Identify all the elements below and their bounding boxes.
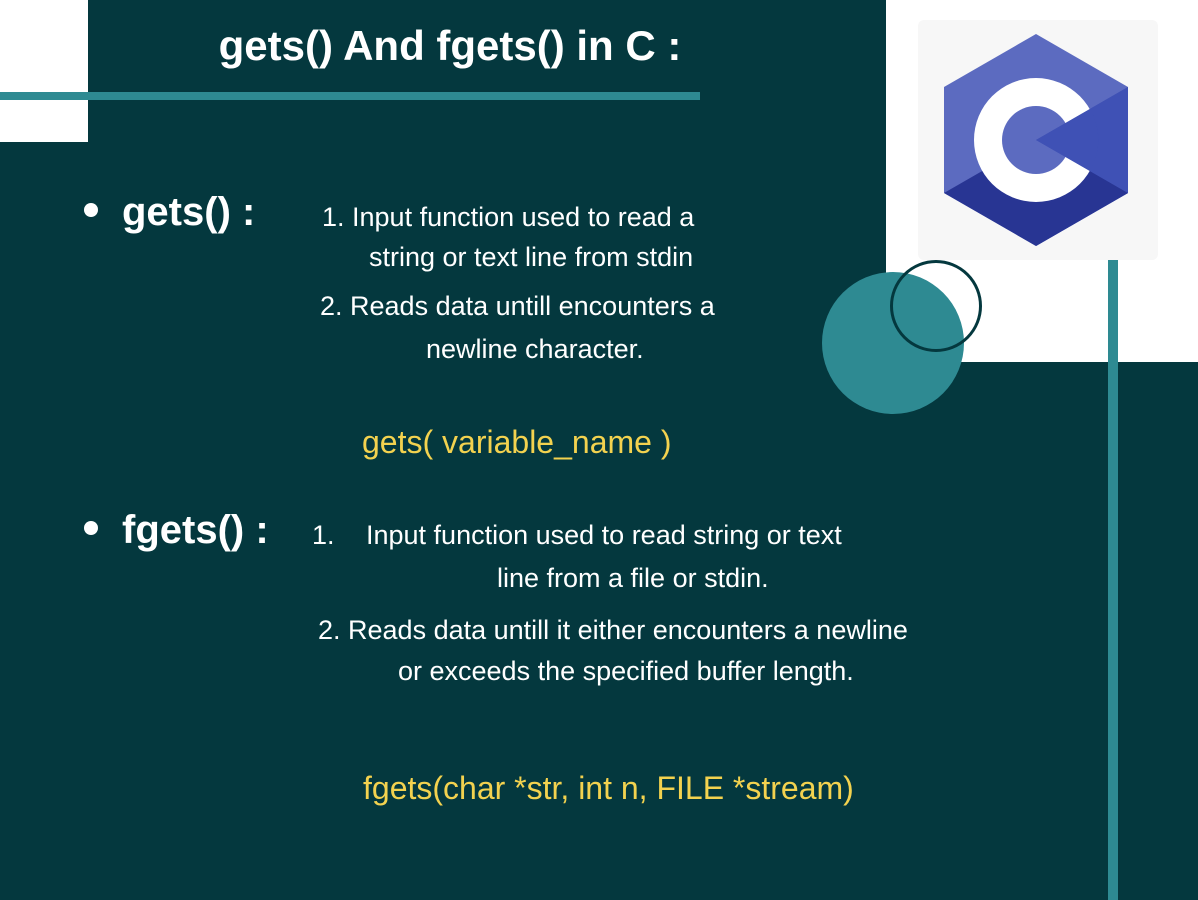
fgets-point2-line1: 2. Reads data untill it either encounter… — [318, 615, 908, 645]
page-title: gets() And fgets() in C : — [218, 22, 682, 69]
fgets-point1-line1: Input function used to read string or te… — [366, 520, 842, 550]
gets-point1-line2: string or text line from stdin — [369, 242, 694, 272]
gets-point2-line1: 2. Reads data untill encounters a — [320, 291, 715, 321]
top-left-white-block — [0, 0, 88, 142]
decorative-ring-circle — [890, 260, 982, 352]
gets-heading: gets() : — [84, 190, 255, 235]
bullet-icon — [84, 203, 98, 218]
fgets-heading-label: fgets() : — [122, 508, 269, 552]
fgets-point1-line2: line from a file or stdin. — [497, 563, 769, 593]
c-language-logo-icon — [944, 34, 1128, 246]
right-vertical-rule — [1108, 260, 1118, 900]
gets-heading-label: gets() : — [122, 190, 256, 234]
bullet-icon — [84, 521, 98, 536]
fgets-syntax: fgets(char *str, int n, FILE *stream) — [363, 770, 854, 806]
fgets-heading: fgets() : — [84, 508, 269, 553]
gets-point1-line1: 1. Input function used to read a — [322, 202, 695, 232]
title-underline — [0, 92, 700, 100]
fgets-point1-number: 1. — [312, 520, 335, 550]
gets-point2-line2: newline character. — [426, 334, 644, 364]
gets-syntax: gets( variable_name ) — [362, 424, 672, 460]
fgets-point2-line2: or exceeds the specified buffer length. — [398, 656, 854, 686]
